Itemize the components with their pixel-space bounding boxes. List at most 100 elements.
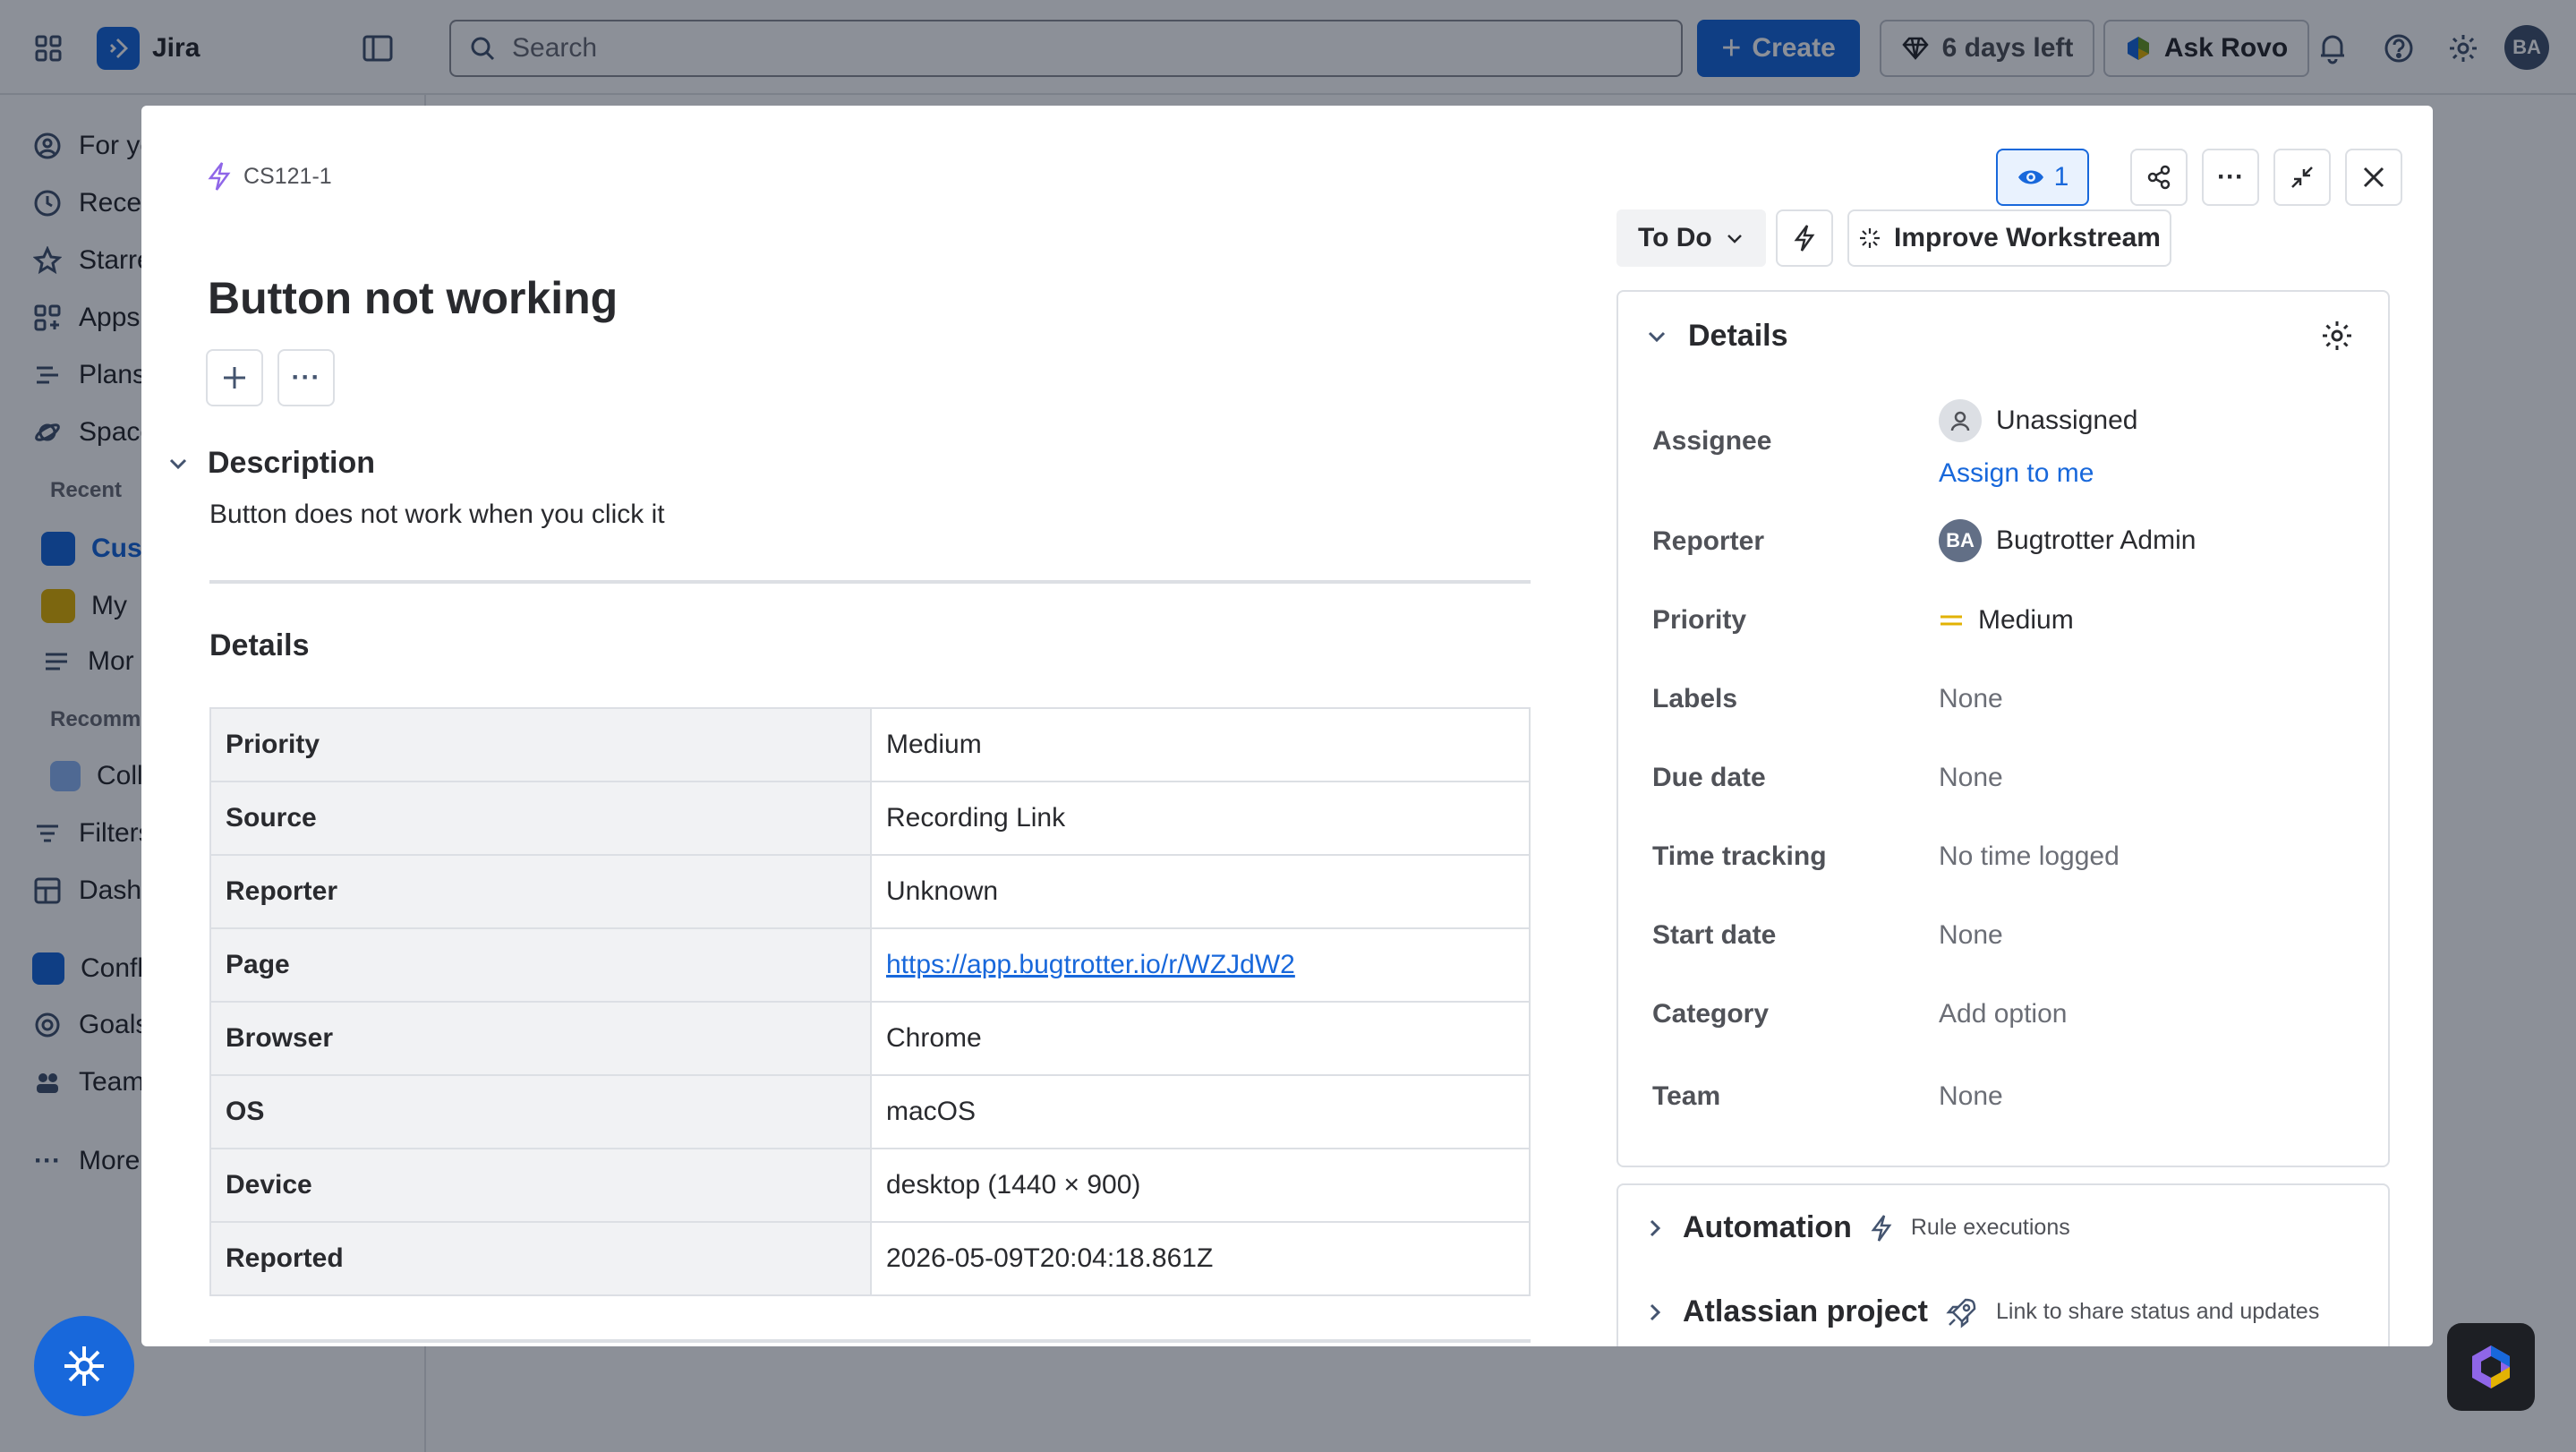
status-label: To Do [1638,223,1712,252]
rovo-chat-button[interactable] [2447,1323,2535,1411]
table-row: OS macOS [209,1074,1531,1149]
time-tracking-label: Time tracking [1652,841,1827,871]
team-label: Team [1652,1081,1721,1111]
chevron-right-icon [1650,1303,1661,1320]
details-panel-header[interactable]: Details [1645,319,1788,354]
details-panel-title: Details [1688,319,1788,353]
table-row: Source Recording Link [209,781,1531,856]
priority-medium-icon [1941,615,1962,626]
atlassian-project-subtitle: Link to share status and updates [1995,1299,2320,1324]
plus-icon [224,367,245,389]
table-value: desktop (1440 × 900) [870,1148,1531,1223]
automation-subtitle: Rule executions [1910,1215,2070,1240]
start-date-label: Start date [1652,920,1777,950]
chevron-right-icon [1650,1219,1661,1236]
reporter-name: Bugtrotter Admin [1996,525,2196,555]
minimize-icon [2291,167,2313,188]
team-value[interactable]: None [1939,1081,2003,1112]
assign-to-me-link[interactable]: Assign to me [1939,458,2094,489]
table-key: Reported [209,1221,872,1296]
priority-label: Priority [1652,605,1747,635]
table-row: Browser Chrome [209,1001,1531,1076]
issue-key: CS121-1 [243,163,332,189]
lightning-icon [208,162,231,191]
share-button[interactable] [2130,149,2188,206]
chevron-down-icon [1727,235,1742,243]
details-panel: Details Assignee Unassigned Assign to me… [1616,290,2390,1167]
table-key: Priority [209,707,872,782]
table-row: Device desktop (1440 × 900) [209,1148,1531,1223]
table-value: macOS [870,1074,1531,1149]
reporter-avatar: BA [1939,519,1982,562]
description-section-header[interactable]: Description [166,446,375,481]
atlassian-project-section-header[interactable]: Atlassian project Link to share status a… [1645,1294,2319,1329]
table-value: 2026-05-09T20:04:18.861Z [870,1221,1531,1296]
rovo-icon [2472,1345,2510,1388]
details-table: Priority Medium Source Recording Link Re… [209,707,1531,1296]
chevron-down-icon [1648,331,1666,342]
start-date-value[interactable]: None [1939,920,2003,951]
priority-value[interactable]: Medium [1939,605,2074,636]
share-icon [2147,165,2171,190]
more-options-button[interactable]: ··· [2202,149,2259,206]
more-horizontal-icon: ··· [2217,162,2244,192]
issue-modal: CS121-1 Button not working ··· Descripti… [141,106,2433,1346]
description-heading: Description [208,446,376,480]
table-row: Priority Medium [209,707,1531,782]
watch-button[interactable]: 1 [1996,149,2089,206]
lightning-icon [1871,1214,1892,1242]
table-value: Medium [870,707,1531,782]
close-button[interactable] [2345,149,2402,206]
issue-title[interactable]: Button not working [208,272,618,324]
table-row: Reported 2026-05-09T20:04:18.861Z [209,1221,1531,1296]
description-text[interactable]: Button does not work when you click it [209,500,665,530]
table-key: OS [209,1074,872,1149]
table-key: Page [209,927,872,1003]
assignee-label: Assignee [1652,426,1772,456]
watch-count: 1 [2053,162,2069,192]
reporter-label: Reporter [1652,526,1765,556]
issue-key-breadcrumb[interactable]: CS121-1 [206,161,332,192]
due-date-label: Due date [1652,763,1766,792]
close-icon [2363,167,2384,188]
asterisk-icon [64,1346,104,1386]
automation-section-header[interactable]: Automation Rule executions [1645,1210,2070,1245]
table-value: Recording Link [870,781,1531,856]
table-key: Source [209,781,872,856]
reporter-avatar-initials: BA [1946,529,1975,551]
minimize-button[interactable] [2273,149,2331,206]
due-date-value[interactable]: None [1939,763,2003,793]
panel-settings-icon[interactable] [2320,319,2354,357]
automation-button[interactable] [1776,209,1833,267]
assignee-name: Unassigned [1996,406,2138,435]
table-row: Reporter Unknown [209,854,1531,929]
improve-workstream-button[interactable]: Improve Workstream [1847,209,2171,267]
table-key: Browser [209,1001,872,1076]
improve-workstream-label: Improve Workstream [1894,223,2161,252]
table-key: Device [209,1148,872,1223]
category-value[interactable]: Add option [1939,999,2067,1029]
priority-name: Medium [1978,605,2074,635]
table-value: Chrome [870,1001,1531,1076]
collapsed-sections: Automation Rule executions Atlassian pro… [1616,1183,2390,1346]
time-tracking-value[interactable]: No time logged [1939,841,2120,872]
table-value: Unknown [870,854,1531,929]
eye-icon [2017,170,2043,184]
atlassian-project-title: Atlassian project [1683,1294,1928,1328]
assignee-value[interactable]: Unassigned [1939,399,2137,442]
labels-value[interactable]: None [1939,684,2003,714]
reporter-value[interactable]: BA Bugtrotter Admin [1939,519,2196,562]
page-link[interactable]: https://app.bugtrotter.io/r/WZJdW2 [886,950,1295,979]
rocket-icon [1946,1298,1976,1328]
help-fab-button[interactable] [34,1316,134,1416]
more-horizontal-icon: ··· [291,363,321,392]
lightning-icon [1794,225,1815,252]
details-heading: Details [209,628,310,662]
automation-title: Automation [1683,1210,1852,1244]
status-dropdown[interactable]: To Do [1616,209,1766,267]
more-actions-button[interactable]: ··· [277,349,335,406]
add-button[interactable] [206,349,263,406]
labels-label: Labels [1652,684,1738,713]
unassigned-avatar-icon [1939,399,1982,442]
category-label: Category [1652,999,1770,1029]
